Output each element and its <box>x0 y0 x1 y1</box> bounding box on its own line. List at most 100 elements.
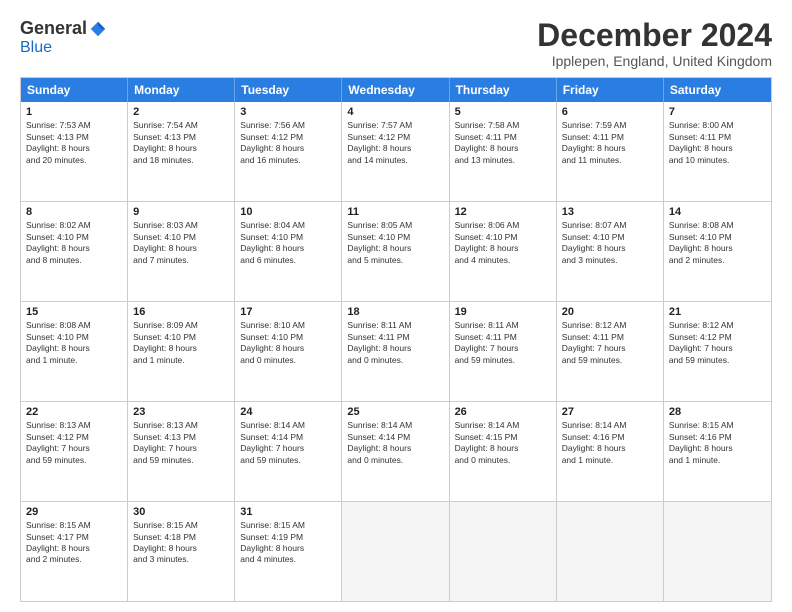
day-number: 9 <box>133 206 229 218</box>
cal-cell-0-5: 6 Sunrise: 7:59 AM Sunset: 4:11 PM Daylig… <box>557 102 664 201</box>
day-number: 2 <box>133 106 229 118</box>
cal-cell-2-2: 17 Sunrise: 8:10 AM Sunset: 4:10 PM Dayli… <box>235 302 342 401</box>
header-sunday: Sunday <box>21 78 128 102</box>
page: General Blue December 2024 Ipplepen, Eng… <box>0 0 792 612</box>
day-info: Sunrise: 8:14 AM Sunset: 4:15 PM Dayligh… <box>455 420 551 466</box>
day-number: 28 <box>669 406 766 418</box>
day-number: 8 <box>26 206 122 218</box>
day-info: Sunrise: 8:15 AM Sunset: 4:17 PM Dayligh… <box>26 520 122 566</box>
day-info: Sunrise: 8:14 AM Sunset: 4:16 PM Dayligh… <box>562 420 658 466</box>
cal-cell-2-3: 18 Sunrise: 8:11 AM Sunset: 4:11 PM Dayli… <box>342 302 449 401</box>
logo-icon <box>89 20 107 38</box>
cal-cell-2-5: 20 Sunrise: 8:12 AM Sunset: 4:11 PM Dayli… <box>557 302 664 401</box>
day-info: Sunrise: 8:05 AM Sunset: 4:10 PM Dayligh… <box>347 220 443 266</box>
cal-cell-1-2: 10 Sunrise: 8:04 AM Sunset: 4:10 PM Dayli… <box>235 202 342 301</box>
cal-cell-1-4: 12 Sunrise: 8:06 AM Sunset: 4:10 PM Dayli… <box>450 202 557 301</box>
day-number: 11 <box>347 206 443 218</box>
cal-cell-3-3: 25 Sunrise: 8:14 AM Sunset: 4:14 PM Dayli… <box>342 402 449 501</box>
day-info: Sunrise: 8:14 AM Sunset: 4:14 PM Dayligh… <box>347 420 443 466</box>
calendar-header: Sunday Monday Tuesday Wednesday Thursday… <box>21 78 771 102</box>
cal-cell-2-1: 16 Sunrise: 8:09 AM Sunset: 4:10 PM Dayli… <box>128 302 235 401</box>
week-row-0: 1 Sunrise: 7:53 AM Sunset: 4:13 PM Daylig… <box>21 102 771 201</box>
cal-cell-0-4: 5Sunrise: 7:58 AM Sunset: 4:11 PM Daylig… <box>450 102 557 201</box>
day-number: 21 <box>669 306 766 318</box>
cal-cell-4-4 <box>450 502 557 601</box>
day-info: Sunrise: 8:07 AM Sunset: 4:10 PM Dayligh… <box>562 220 658 266</box>
cal-cell-4-1: 30Sunrise: 8:15 AM Sunset: 4:18 PM Dayli… <box>128 502 235 601</box>
day-number: 12 <box>455 206 551 218</box>
day-info: Sunrise: 8:12 AM Sunset: 4:12 PM Dayligh… <box>669 320 766 366</box>
day-info: Sunrise: 8:13 AM Sunset: 4:13 PM Dayligh… <box>133 420 229 466</box>
cal-cell-1-6: 14 Sunrise: 8:08 AM Sunset: 4:10 PM Dayli… <box>664 202 771 301</box>
cal-cell-0-1: 2Sunrise: 7:54 AM Sunset: 4:13 PM Daylig… <box>128 102 235 201</box>
logo-general: General <box>20 18 87 39</box>
day-number: 29 <box>26 506 122 518</box>
cal-cell-4-2: 31Sunrise: 8:15 AM Sunset: 4:19 PM Dayli… <box>235 502 342 601</box>
header-tuesday: Tuesday <box>235 78 342 102</box>
day-info: Sunrise: 7:53 AM Sunset: 4:13 PM Dayligh… <box>26 120 122 166</box>
header-monday: Monday <box>128 78 235 102</box>
day-number: 31 <box>240 506 336 518</box>
cal-cell-3-1: 23 Sunrise: 8:13 AM Sunset: 4:13 PM Dayli… <box>128 402 235 501</box>
day-number: 20 <box>562 306 658 318</box>
cal-cell-1-1: 9Sunrise: 8:03 AM Sunset: 4:10 PM Daylig… <box>128 202 235 301</box>
title-block: December 2024 Ipplepen, England, United … <box>537 18 772 69</box>
day-info: Sunrise: 8:14 AM Sunset: 4:14 PM Dayligh… <box>240 420 336 466</box>
day-info: Sunrise: 8:13 AM Sunset: 4:12 PM Dayligh… <box>26 420 122 466</box>
day-info: Sunrise: 8:02 AM Sunset: 4:10 PM Dayligh… <box>26 220 122 266</box>
day-info: Sunrise: 8:11 AM Sunset: 4:11 PM Dayligh… <box>347 320 443 366</box>
day-number: 19 <box>455 306 551 318</box>
cal-cell-1-3: 11 Sunrise: 8:05 AM Sunset: 4:10 PM Dayli… <box>342 202 449 301</box>
day-number: 24 <box>240 406 336 418</box>
logo-blue: Blue <box>20 39 52 56</box>
week-row-3: 22 Sunrise: 8:13 AM Sunset: 4:12 PM Dayli… <box>21 401 771 501</box>
day-number: 16 <box>133 306 229 318</box>
day-info: Sunrise: 7:59 AM Sunset: 4:11 PM Dayligh… <box>562 120 658 166</box>
cal-cell-0-2: 3 Sunrise: 7:56 AM Sunset: 4:12 PM Daylig… <box>235 102 342 201</box>
day-info: Sunrise: 8:09 AM Sunset: 4:10 PM Dayligh… <box>133 320 229 366</box>
day-info: Sunrise: 8:04 AM Sunset: 4:10 PM Dayligh… <box>240 220 336 266</box>
cal-cell-2-4: 19 Sunrise: 8:11 AM Sunset: 4:11 PM Dayli… <box>450 302 557 401</box>
week-row-1: 8 Sunrise: 8:02 AM Sunset: 4:10 PM Daylig… <box>21 201 771 301</box>
day-info: Sunrise: 8:15 AM Sunset: 4:16 PM Dayligh… <box>669 420 766 466</box>
header-thursday: Thursday <box>450 78 557 102</box>
day-info: Sunrise: 8:10 AM Sunset: 4:10 PM Dayligh… <box>240 320 336 366</box>
cal-cell-1-5: 13 Sunrise: 8:07 AM Sunset: 4:10 PM Dayli… <box>557 202 664 301</box>
day-number: 27 <box>562 406 658 418</box>
day-number: 18 <box>347 306 443 318</box>
day-info: Sunrise: 8:08 AM Sunset: 4:10 PM Dayligh… <box>26 320 122 366</box>
day-number: 14 <box>669 206 766 218</box>
day-number: 4 <box>347 106 443 118</box>
day-info: Sunrise: 7:58 AM Sunset: 4:11 PM Dayligh… <box>455 120 551 166</box>
day-number: 10 <box>240 206 336 218</box>
cal-cell-3-5: 27 Sunrise: 8:14 AM Sunset: 4:16 PM Dayli… <box>557 402 664 501</box>
day-number: 23 <box>133 406 229 418</box>
day-info: Sunrise: 8:06 AM Sunset: 4:10 PM Dayligh… <box>455 220 551 266</box>
calendar: Sunday Monday Tuesday Wednesday Thursday… <box>20 77 772 602</box>
day-number: 22 <box>26 406 122 418</box>
day-info: Sunrise: 7:56 AM Sunset: 4:12 PM Dayligh… <box>240 120 336 166</box>
calendar-body: 1 Sunrise: 7:53 AM Sunset: 4:13 PM Daylig… <box>21 102 771 601</box>
day-info: Sunrise: 8:11 AM Sunset: 4:11 PM Dayligh… <box>455 320 551 366</box>
week-row-4: 29 Sunrise: 8:15 AM Sunset: 4:17 PM Dayli… <box>21 501 771 601</box>
logo: General Blue <box>20 18 107 57</box>
day-number: 7 <box>669 106 766 118</box>
day-number: 3 <box>240 106 336 118</box>
day-number: 6 <box>562 106 658 118</box>
day-info: Sunrise: 8:12 AM Sunset: 4:11 PM Dayligh… <box>562 320 658 366</box>
month-title: December 2024 <box>537 18 772 53</box>
day-info: Sunrise: 8:15 AM Sunset: 4:18 PM Dayligh… <box>133 520 229 566</box>
day-info: Sunrise: 7:57 AM Sunset: 4:12 PM Dayligh… <box>347 120 443 166</box>
cal-cell-4-5 <box>557 502 664 601</box>
day-number: 13 <box>562 206 658 218</box>
day-number: 17 <box>240 306 336 318</box>
cal-cell-1-0: 8 Sunrise: 8:02 AM Sunset: 4:10 PM Daylig… <box>21 202 128 301</box>
day-number: 1 <box>26 106 122 118</box>
cal-cell-3-0: 22 Sunrise: 8:13 AM Sunset: 4:12 PM Dayli… <box>21 402 128 501</box>
day-info: Sunrise: 8:08 AM Sunset: 4:10 PM Dayligh… <box>669 220 766 266</box>
location: Ipplepen, England, United Kingdom <box>537 53 772 69</box>
day-info: Sunrise: 8:00 AM Sunset: 4:11 PM Dayligh… <box>669 120 766 166</box>
header-friday: Friday <box>557 78 664 102</box>
day-number: 25 <box>347 406 443 418</box>
cal-cell-3-6: 28 Sunrise: 8:15 AM Sunset: 4:16 PM Dayli… <box>664 402 771 501</box>
